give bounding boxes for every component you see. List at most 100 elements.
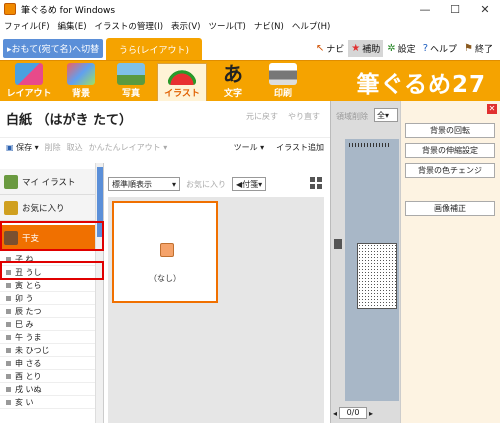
menu-view[interactable]: 表示(V) <box>167 20 204 32</box>
maximize-button[interactable]: ☐ <box>440 0 470 18</box>
chevron-down-icon: ▾ <box>385 110 390 120</box>
illust-gallery: （なし） <box>108 197 324 423</box>
tag-select[interactable]: ◀ 付箋 ▾ <box>232 177 267 191</box>
area-select[interactable]: 全 ▾ <box>374 108 398 122</box>
image-correction-button[interactable]: 画像補正 <box>405 201 495 216</box>
stretch-background-button[interactable]: 背景の伸縮設定 <box>405 143 495 158</box>
background-icon <box>67 63 95 85</box>
tool-illust-label: イラスト <box>164 89 200 99</box>
watermelon-icon <box>168 64 196 85</box>
gallery-item[interactable]: （なし） <box>112 201 218 303</box>
exit-icon: ⚑ <box>464 43 473 54</box>
undo-button[interactable]: 元に戻す <box>246 111 278 122</box>
illust-toolbar-right: ツール ▾ イラスト追加 <box>234 142 324 153</box>
category-scrollbar[interactable] <box>95 163 103 423</box>
list-item[interactable]: 酉 とり <box>0 370 96 383</box>
grid-cell <box>317 184 322 189</box>
grid-view-icon[interactable] <box>310 177 322 189</box>
settings-label: 設定 <box>397 45 416 55</box>
title-bar: 筆ぐるめ for Windows — ☐ ✕ <box>0 0 500 18</box>
save-label: 保存 ▾ <box>16 143 39 152</box>
category-label: マイ イラスト <box>22 177 76 188</box>
postcard-preview[interactable] <box>357 243 397 309</box>
app-icon <box>4 3 16 15</box>
settings-button[interactable]: ✲ 設定 <box>384 40 418 57</box>
brush-text-icon: あ <box>223 62 243 86</box>
tool-photo-label: 写真 <box>121 89 140 99</box>
window-title: 筆ぐるめ for Windows <box>21 5 116 16</box>
list-item[interactable]: 申 さる <box>0 357 96 370</box>
grid-cell <box>310 177 315 182</box>
list-item[interactable]: 巳 み <box>0 318 96 331</box>
menu-help[interactable]: ヘルプ(H) <box>288 20 335 32</box>
add-illust-button[interactable]: イラスト追加 <box>276 142 324 153</box>
navi-button[interactable]: ↖ ナビ <box>313 40 347 57</box>
scan-button[interactable]: 取込 <box>67 142 83 153</box>
list-item-label: 亥 い <box>15 397 34 407</box>
redo-button[interactable]: やり直す <box>288 111 320 122</box>
add-favorite-button[interactable]: お気に入り <box>186 179 226 190</box>
gallery-item-label: （なし） <box>149 274 181 283</box>
arrow-icon: ↖ <box>315 43 325 54</box>
brand-logo: 筆ぐるめ27 <box>356 72 486 98</box>
tools-dropdown[interactable]: ツール ▾ <box>234 142 265 153</box>
preview-panel: 領域削除 全 ▾ ◂ 0/0 ▸ <box>330 101 400 423</box>
list-item[interactable]: 戌 いぬ <box>0 383 96 396</box>
list-item-label: 酉 とり <box>15 371 42 381</box>
background-options-panel: ✕ 背景の回転 背景の伸縮設定 背景の色チェンジ 画像補正 <box>400 101 500 423</box>
list-item[interactable]: 卯 う <box>0 292 96 305</box>
sort-select[interactable]: 標準順表示 ▾ <box>108 177 180 191</box>
clear-area-button[interactable]: 領域削除 <box>336 111 368 122</box>
change-background-color-button[interactable]: 背景の色チェンジ <box>405 163 495 178</box>
tag-select-value: 付箋 <box>242 179 259 189</box>
list-item[interactable]: 辰 たつ <box>0 305 96 318</box>
rotate-background-button[interactable]: 背景の回転 <box>405 123 495 138</box>
bullet-icon <box>6 321 11 327</box>
left-panel: 白紙 （はがき たて） 元に戻す やり直す ▣ 保存 ▾ 削除 取込 かんたんレ… <box>0 101 330 423</box>
list-item[interactable]: 寅 とら <box>0 279 96 292</box>
minimize-button[interactable]: — <box>410 0 440 18</box>
grid-cell <box>317 177 322 182</box>
tool-text-label: 文字 <box>223 89 242 99</box>
tab-back-layout[interactable]: うら(レイアウト) <box>106 38 202 60</box>
star-icon <box>4 200 18 215</box>
gallery-toolbar: 標準順表示 ▾ お気に入り ◀ 付箋 ▾ <box>108 175 324 193</box>
close-button[interactable]: ✕ <box>470 0 500 18</box>
menu-navi[interactable]: ナビ(N) <box>250 20 288 32</box>
menu-tools[interactable]: ツール(T) <box>204 20 249 32</box>
list-item-label: 巳 み <box>15 319 34 329</box>
menu-illust-manage[interactable]: イラストの管理(I) <box>91 20 167 32</box>
menu-edit[interactable]: 編集(E) <box>54 20 91 32</box>
tool-illust[interactable]: イラスト <box>157 63 207 101</box>
switch-to-front-button[interactable]: ▸おもて(宛て名)へ切替 <box>3 39 103 58</box>
easy-layout-button[interactable]: かんたんレイアウト ▾ <box>89 142 168 153</box>
close-icon[interactable]: ✕ <box>487 104 497 114</box>
bullet-icon <box>6 360 11 366</box>
save-icon: ▣ <box>6 143 14 152</box>
photo-icon <box>117 63 145 85</box>
assist-button[interactable]: ★ 補助 <box>348 40 384 57</box>
tool-print[interactable]: 印刷 <box>258 63 308 101</box>
tool-photo[interactable]: 写真 <box>106 63 156 101</box>
help-button[interactable]: ? ヘルプ <box>420 40 460 57</box>
chevron-left-icon[interactable]: ◂ <box>333 409 337 418</box>
tool-text[interactable]: あ 文字 <box>208 63 258 101</box>
tool-background[interactable]: 背景 <box>56 63 106 101</box>
list-item[interactable]: 午 うま <box>0 331 96 344</box>
page-counter: 0/0 <box>339 407 368 419</box>
category-my-illust[interactable]: マイ イラスト <box>0 169 96 195</box>
list-item[interactable]: 亥 い <box>0 396 96 409</box>
chevron-right-icon[interactable]: ▸ <box>369 409 373 418</box>
bullet-icon <box>6 282 11 288</box>
list-item[interactable]: 未 ひつじ <box>0 344 96 357</box>
menu-file[interactable]: ファイル(F) <box>0 20 54 32</box>
exit-button[interactable]: ⚑ 終了 <box>461 40 496 57</box>
area-select-value: 全 <box>377 110 385 120</box>
star-icon: ★ <box>351 43 361 54</box>
category-favorites[interactable]: お気に入り <box>0 195 96 221</box>
highlight-box-ushi <box>0 261 104 280</box>
save-button[interactable]: ▣ 保存 ▾ <box>6 142 39 153</box>
tool-layout[interactable]: レイアウト <box>4 63 54 101</box>
main-toolbar: レイアウト 背景 写真 イラスト あ 文字 印刷 筆ぐるめ27 <box>0 60 500 101</box>
delete-button[interactable]: 削除 <box>45 142 61 153</box>
